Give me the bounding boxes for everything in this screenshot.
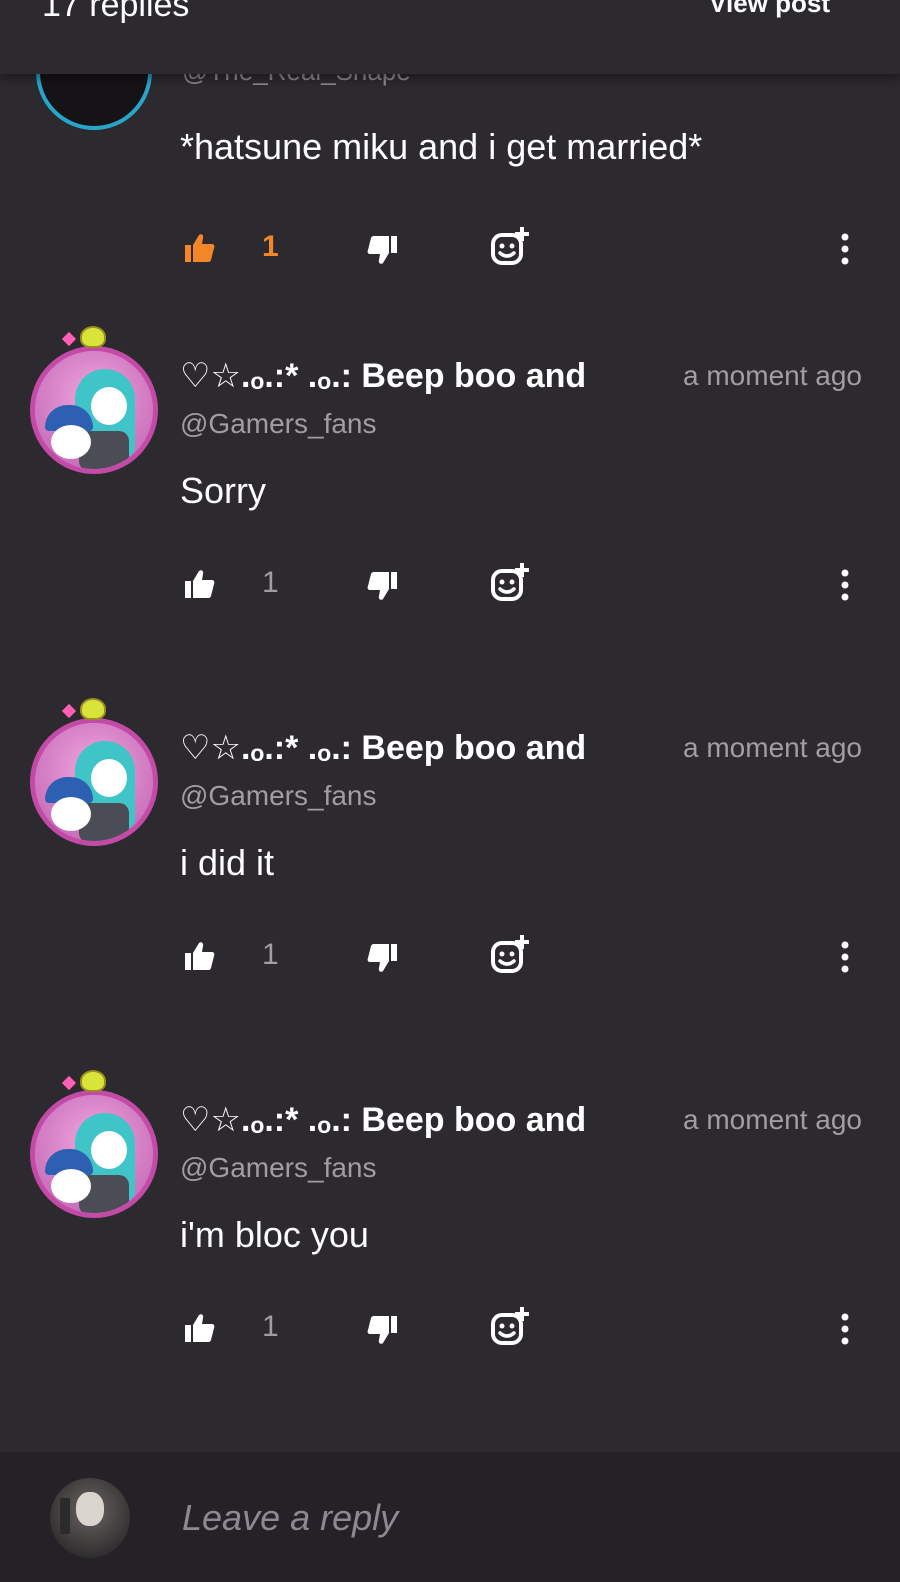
- heart-icon: [61, 331, 77, 347]
- comment-item: ♡☆.ₒ.:* .ₒ.: Beep boo and a moment ago @…: [0, 698, 900, 1072]
- like-count: 1: [262, 566, 279, 599]
- heart-icon: [61, 703, 77, 719]
- comment-handle[interactable]: @Gamers_fans: [180, 780, 377, 812]
- comment-item: @The_Real_Snape *hatsune miku and i get …: [0, 14, 900, 324]
- comment-actions: 1: [0, 560, 900, 620]
- add-reaction-icon[interactable]: [490, 226, 530, 266]
- like-count: 1: [262, 230, 279, 263]
- view-post-link[interactable]: View post: [709, 0, 830, 19]
- thumbs-up-icon[interactable]: [184, 940, 216, 972]
- more-vertical-icon[interactable]: [838, 568, 852, 602]
- replies-header: 17 replies View post: [0, 0, 900, 74]
- comment-item: ♡☆.ₒ.:* .ₒ.: Beep boo and a moment ago @…: [0, 1070, 900, 1444]
- frog-badge-icon: [80, 326, 106, 348]
- current-user-avatar[interactable]: [50, 1478, 130, 1558]
- thumbs-down-icon[interactable]: [366, 1314, 398, 1346]
- more-vertical-icon[interactable]: [838, 940, 852, 974]
- comment-author-name[interactable]: ♡☆.ₒ.:* .ₒ.: Beep boo and: [180, 728, 620, 768]
- like-count: 1: [262, 1310, 279, 1343]
- comment-text: *hatsune miku and i get married*: [180, 126, 703, 167]
- more-vertical-icon[interactable]: [838, 232, 852, 266]
- comment-item: ♡☆.ₒ.:* .ₒ.: Beep boo and a moment ago @…: [0, 326, 900, 700]
- add-reaction-icon[interactable]: [490, 562, 530, 602]
- avatar[interactable]: [30, 1090, 158, 1218]
- thumbs-down-icon[interactable]: [366, 942, 398, 974]
- reply-bar: [0, 1452, 900, 1582]
- comment-actions: 1: [0, 224, 900, 284]
- comment-handle[interactable]: @Gamers_fans: [180, 1152, 377, 1184]
- thumbs-up-icon[interactable]: [184, 1312, 216, 1344]
- add-reaction-icon[interactable]: [490, 1306, 530, 1346]
- comment-actions: 1: [0, 1304, 900, 1364]
- comment-text: i did it: [180, 842, 275, 883]
- comment-timestamp: a moment ago: [683, 1104, 862, 1135]
- like-count: 1: [262, 938, 279, 971]
- avatar[interactable]: [30, 718, 158, 846]
- more-vertical-icon[interactable]: [838, 1312, 852, 1346]
- heart-icon: [61, 1075, 77, 1091]
- avatar[interactable]: [30, 346, 158, 474]
- comment-timestamp: a moment ago: [683, 732, 862, 763]
- frog-badge-icon: [80, 698, 106, 720]
- comment-text: i'm bloc you: [180, 1214, 369, 1255]
- comment-text: Sorry: [180, 470, 267, 511]
- comment-author-name[interactable]: ♡☆.ₒ.:* .ₒ.: Beep boo and: [180, 1100, 620, 1140]
- thumbs-up-icon[interactable]: [184, 232, 216, 264]
- frog-badge-icon: [80, 1070, 106, 1092]
- replies-count: 17 replies: [42, 0, 190, 24]
- add-reaction-icon[interactable]: [490, 934, 530, 974]
- thumbs-up-icon[interactable]: [184, 568, 216, 600]
- comment-timestamp: a moment ago: [683, 360, 862, 391]
- comment-handle[interactable]: @Gamers_fans: [180, 408, 377, 440]
- thumbs-down-icon[interactable]: [366, 234, 398, 266]
- comment-author-name[interactable]: ♡☆.ₒ.:* .ₒ.: Beep boo and: [180, 356, 620, 396]
- thumbs-down-icon[interactable]: [366, 570, 398, 602]
- comment-actions: 1: [0, 932, 900, 992]
- reply-input[interactable]: [180, 1492, 784, 1544]
